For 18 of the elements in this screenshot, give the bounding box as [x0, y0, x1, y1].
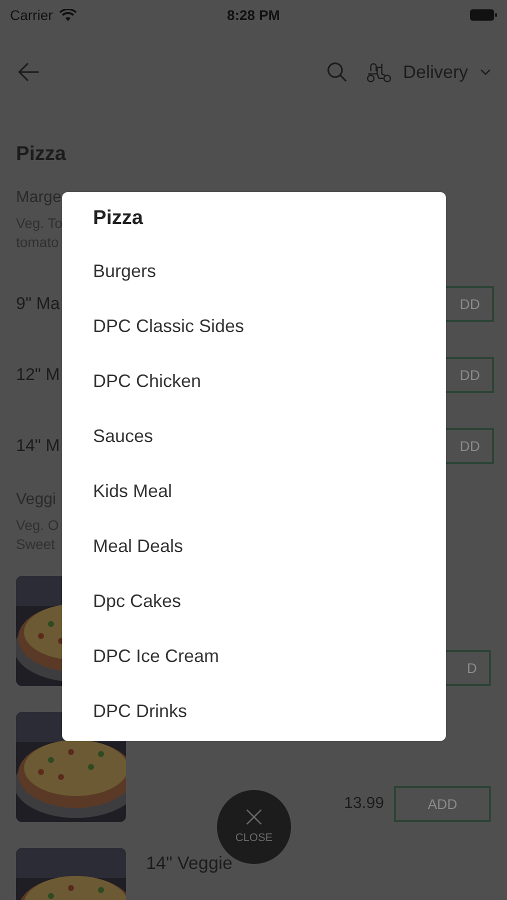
category-menu-item[interactable]: Burgers [93, 258, 156, 285]
category-menu-item[interactable]: DPC Classic Sides [93, 313, 244, 340]
category-menu-item[interactable]: Kids Meal [93, 478, 172, 505]
category-menu-item[interactable]: Meal Deals [93, 533, 184, 560]
status-time: 8:28 PM [226, 6, 281, 24]
category-menu-item[interactable]: DPC Ice Cream [93, 643, 220, 670]
category-menu-item[interactable]: Dpc Cakes [93, 588, 182, 615]
category-menu-item[interactable]: DPC Drinks [93, 698, 188, 725]
battery-icon [470, 9, 497, 21]
scooter-icon [364, 61, 393, 83]
close-icon [245, 808, 263, 826]
carrier-label: Carrier [10, 6, 53, 24]
search-button[interactable] [326, 61, 348, 83]
wifi-icon [58, 8, 77, 22]
category-menu-item[interactable]: Sauces [93, 423, 154, 450]
category-menu-item[interactable]: Pizza [93, 203, 144, 233]
chevron-down-icon [480, 68, 491, 76]
category-menu-item[interactable]: DPC Chicken [93, 368, 202, 395]
